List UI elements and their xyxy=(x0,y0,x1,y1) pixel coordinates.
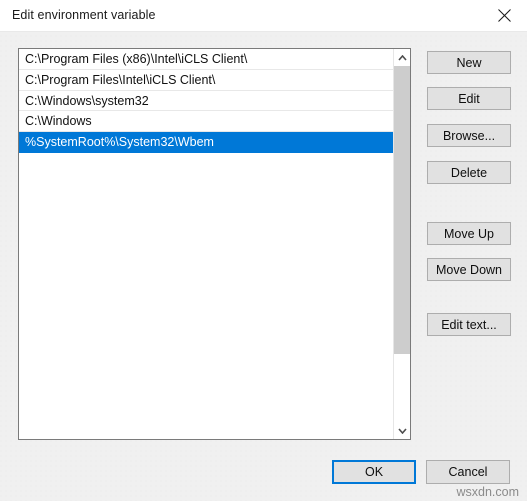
close-button[interactable] xyxy=(481,0,527,31)
title-bar: Edit environment variable xyxy=(0,0,527,32)
edit-text-button[interactable]: Edit text... xyxy=(427,313,511,336)
list-item[interactable]: C:\Windows xyxy=(19,111,393,133)
list-item-empty[interactable] xyxy=(19,361,393,382)
chevron-up-icon xyxy=(397,54,407,61)
move-up-button[interactable]: Move Up xyxy=(427,222,511,245)
list-item[interactable]: C:\Program Files (x86)\Intel\iCLS Client… xyxy=(19,49,393,70)
scroll-up-button[interactable] xyxy=(394,49,410,66)
browse-button[interactable]: Browse... xyxy=(427,124,511,147)
move-down-button[interactable]: Move Down xyxy=(427,258,511,281)
edit-button[interactable]: Edit xyxy=(427,87,511,110)
watermark: wsxdn.com xyxy=(456,485,519,499)
ok-button[interactable]: OK xyxy=(332,460,416,484)
list-item-empty[interactable] xyxy=(19,319,393,340)
list-item-empty[interactable] xyxy=(19,340,393,361)
close-icon xyxy=(497,9,511,22)
scroll-down-button[interactable] xyxy=(394,422,410,439)
list-item-empty[interactable] xyxy=(19,257,393,278)
delete-button[interactable]: Delete xyxy=(427,161,511,184)
list-item-empty[interactable] xyxy=(19,382,393,403)
edit-environment-variable-dialog: Edit environment variable C:\Program Fil… xyxy=(0,0,527,501)
list-item-empty[interactable] xyxy=(19,278,393,299)
list-item-empty[interactable] xyxy=(19,299,393,320)
path-list-rows: C:\Program Files (x86)\Intel\iCLS Client… xyxy=(19,49,393,439)
list-scrollbar[interactable] xyxy=(393,49,410,439)
scrollbar-thumb[interactable] xyxy=(394,66,410,354)
list-item-empty[interactable] xyxy=(19,153,393,174)
list-item-empty[interactable] xyxy=(19,403,393,424)
cancel-button[interactable]: Cancel xyxy=(426,460,510,484)
list-item-empty[interactable] xyxy=(19,174,393,195)
window-title: Edit environment variable xyxy=(12,8,156,22)
list-item-empty[interactable] xyxy=(19,215,393,236)
path-list-box[interactable]: C:\Program Files (x86)\Intel\iCLS Client… xyxy=(18,48,411,440)
list-item-selected[interactable]: %SystemRoot%\System32\Wbem xyxy=(19,132,393,153)
list-item-empty[interactable] xyxy=(19,195,393,216)
new-button[interactable]: New xyxy=(427,51,511,74)
chevron-down-icon xyxy=(397,427,407,434)
list-item[interactable]: C:\Program Files\Intel\iCLS Client\ xyxy=(19,70,393,91)
list-item-empty[interactable] xyxy=(19,236,393,257)
list-item[interactable]: C:\Windows\system32 xyxy=(19,91,393,112)
